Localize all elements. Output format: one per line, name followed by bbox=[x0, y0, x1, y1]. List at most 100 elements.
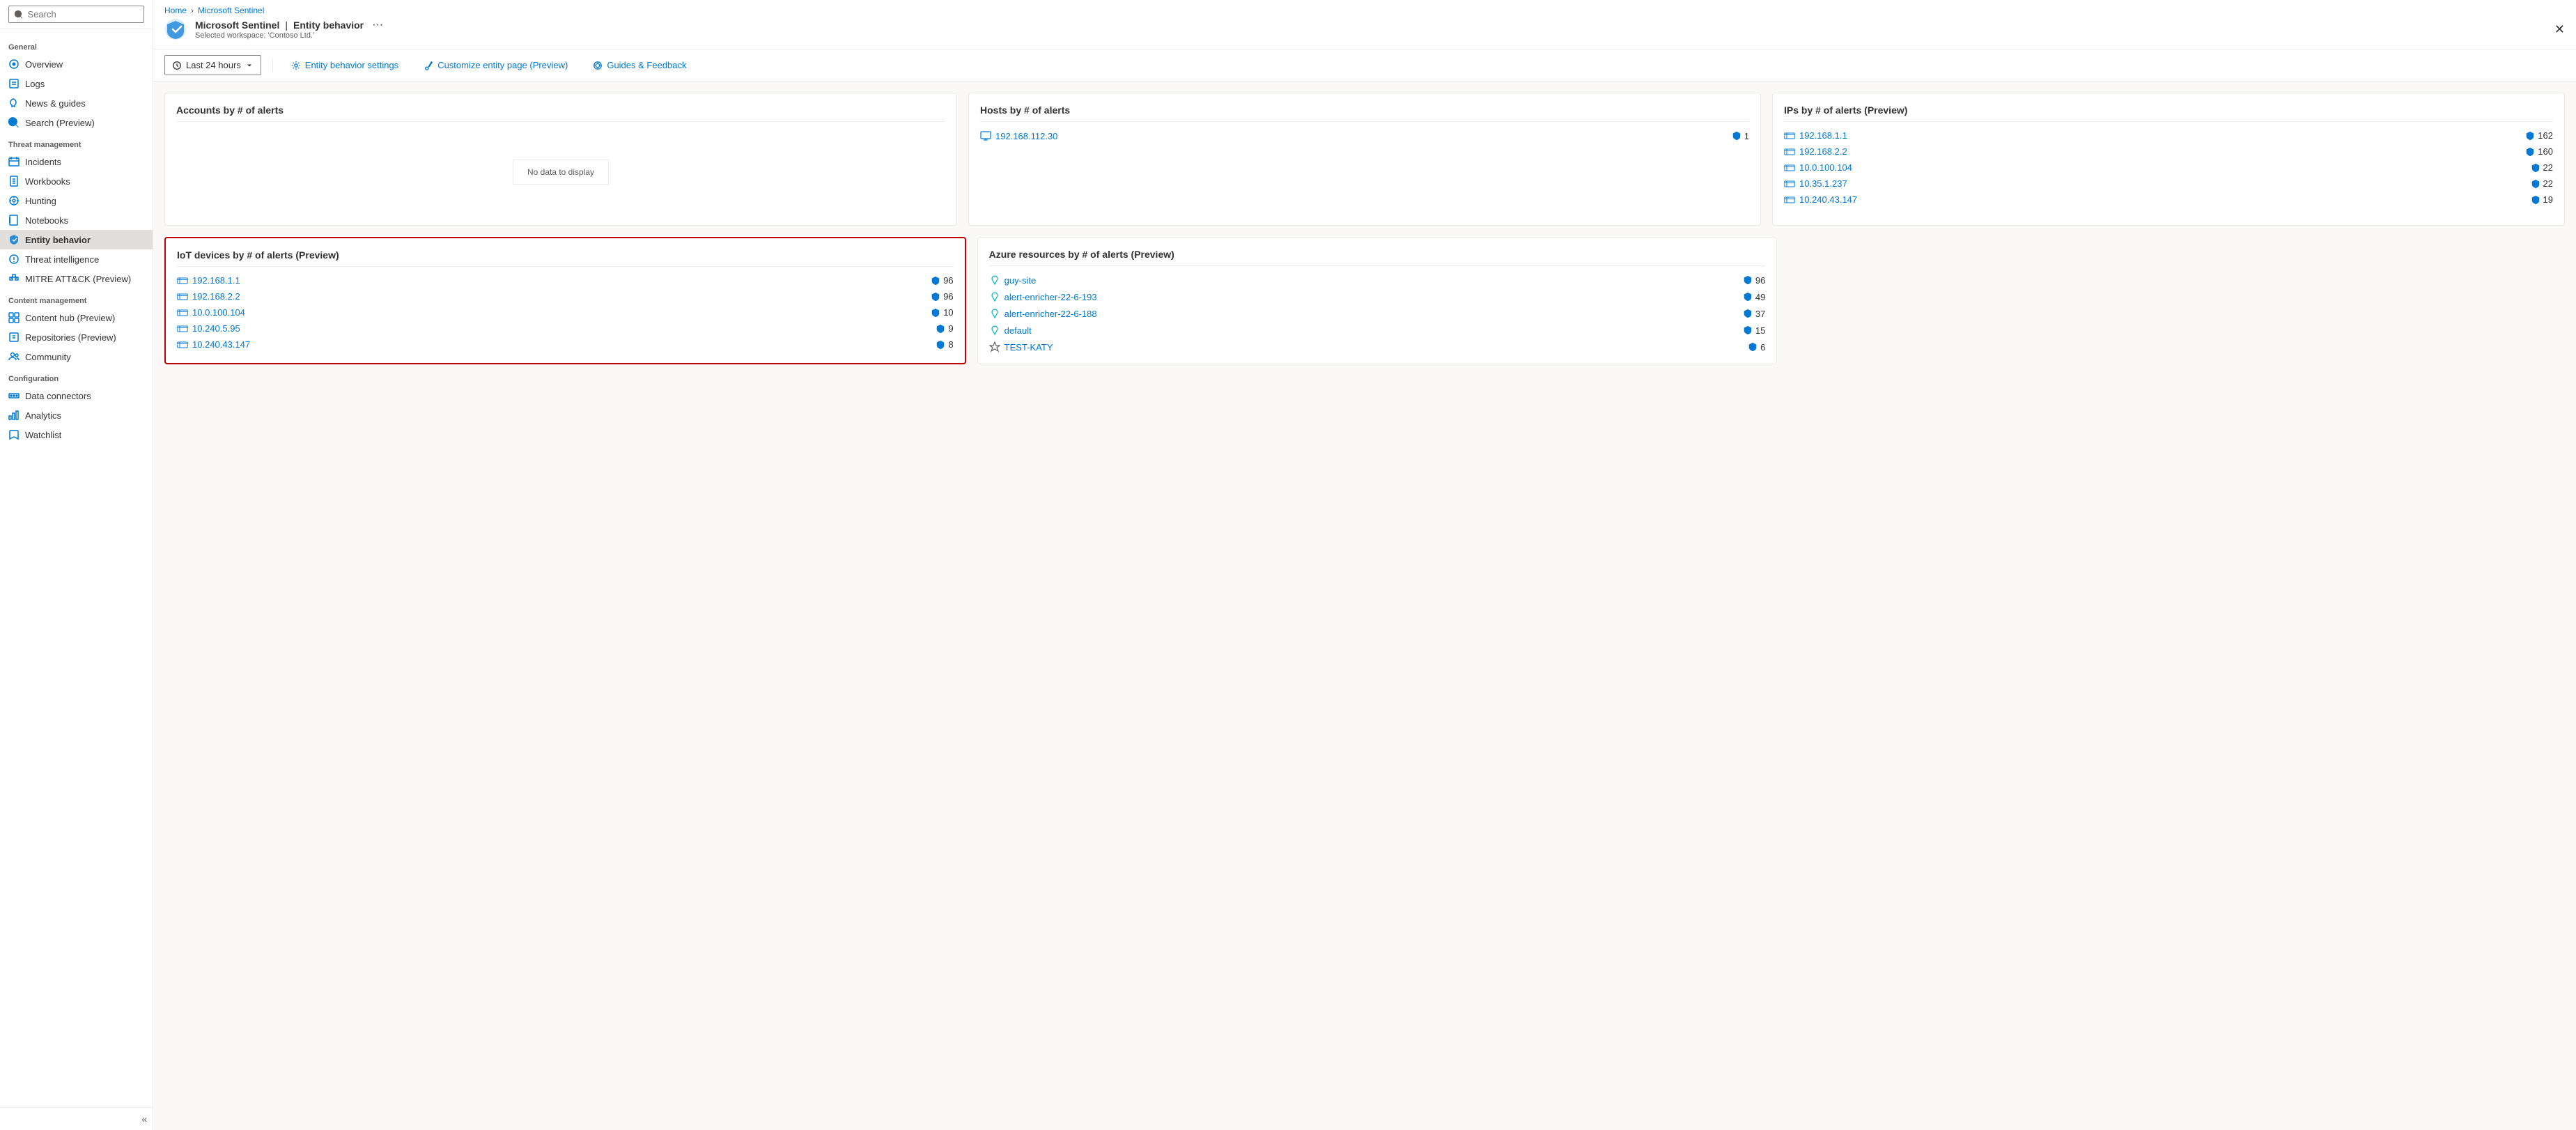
azure-link-4[interactable]: TEST-KATY bbox=[1004, 342, 1053, 353]
azure-count-right-3: 15 bbox=[1743, 325, 1765, 336]
sidebar-item-logs[interactable]: Logs bbox=[0, 74, 153, 93]
azure-count-right-1: 49 bbox=[1743, 292, 1765, 302]
sidebar-item-content-hub[interactable]: Content hub (Preview) bbox=[0, 308, 153, 327]
accounts-card-title: Accounts by # of alerts bbox=[176, 105, 945, 122]
ip-item-left-1: 192.168.2.2 bbox=[1784, 146, 1847, 157]
azure-icon-0 bbox=[989, 274, 1000, 286]
shield-icon-iot-2 bbox=[931, 308, 940, 318]
azure-count-4: 6 bbox=[1760, 342, 1765, 353]
iot-count-right-0: 96 bbox=[931, 275, 953, 286]
iot-count-4: 8 bbox=[948, 339, 953, 350]
iot-link-3[interactable]: 10.240.5.95 bbox=[192, 323, 240, 334]
toolbar-separator-1 bbox=[272, 59, 273, 72]
clock-icon bbox=[172, 61, 182, 70]
sidebar-item-watchlist-label: Watchlist bbox=[25, 430, 61, 440]
iot-link-0[interactable]: 192.168.1.1 bbox=[192, 275, 240, 286]
list-item: 192.168.1.1 162 bbox=[1784, 130, 2553, 141]
iot-count-right-3: 9 bbox=[936, 323, 953, 334]
host-item-left: 192.168.112.30 bbox=[980, 130, 1057, 141]
azure-item-left-3: default bbox=[989, 325, 1032, 336]
host-icon bbox=[980, 130, 991, 141]
sidebar-item-search[interactable]: Search (Preview) bbox=[0, 113, 153, 132]
sidebar-item-mitre[interactable]: MITRE ATT&CK (Preview) bbox=[0, 269, 153, 288]
nav-section-threat: Threat management bbox=[0, 132, 153, 152]
sidebar-item-watchlist[interactable]: Watchlist bbox=[0, 425, 153, 444]
hosts-card-list: 192.168.112.30 1 bbox=[980, 130, 1749, 141]
iot-icon-0 bbox=[177, 277, 188, 285]
cards-row-2: IoT devices by # of alerts (Preview) 192… bbox=[164, 237, 2565, 364]
time-range-btn[interactable]: Last 24 hours bbox=[164, 55, 261, 75]
guides-feedback-label: Guides & Feedback bbox=[607, 60, 686, 70]
list-item: 192.168.1.1 96 bbox=[177, 275, 954, 286]
sidebar-item-notebooks[interactable]: Notebooks bbox=[0, 210, 153, 230]
iot-icon-2 bbox=[177, 309, 188, 317]
no-data-box: No data to display bbox=[513, 160, 609, 185]
iot-link-2[interactable]: 10.0.100.104 bbox=[192, 307, 245, 318]
sidebar-item-overview[interactable]: Overview bbox=[0, 54, 153, 74]
overview-icon bbox=[8, 59, 20, 70]
iot-icon-1 bbox=[177, 293, 188, 301]
customize-entity-page-btn[interactable]: Customize entity page (Preview) bbox=[417, 56, 575, 75]
search-box[interactable] bbox=[8, 6, 144, 23]
ips-card: IPs by # of alerts (Preview) 192.168.1.1… bbox=[1772, 93, 2565, 226]
toolbar: Last 24 hours Entity behavior settings C… bbox=[153, 49, 2576, 82]
host-link-0[interactable]: 192.168.112.30 bbox=[995, 131, 1057, 141]
sidebar-item-incidents[interactable]: Incidents bbox=[0, 152, 153, 171]
iot-item-left-3: 10.240.5.95 bbox=[177, 323, 240, 334]
azure-item-left-4: TEST-KATY bbox=[989, 341, 1053, 353]
iot-link-1[interactable]: 192.168.2.2 bbox=[192, 291, 240, 302]
shield-icon-azure-1 bbox=[1743, 292, 1753, 302]
more-options-btn[interactable]: ··· bbox=[369, 19, 386, 31]
sidebar-item-data-connectors[interactable]: Data connectors bbox=[0, 386, 153, 405]
entity-behavior-settings-label: Entity behavior settings bbox=[305, 60, 398, 70]
ip-item-left-2: 10.0.100.104 bbox=[1784, 162, 1852, 173]
ip-count-4: 19 bbox=[2543, 194, 2553, 205]
logs-icon bbox=[8, 78, 20, 89]
notebooks-icon bbox=[8, 215, 20, 226]
iot-link-4[interactable]: 10.240.43.147 bbox=[192, 339, 250, 350]
entity-behavior-settings-btn[interactable]: Entity behavior settings bbox=[284, 56, 405, 75]
page-separator: | bbox=[285, 20, 288, 31]
sidebar-item-community[interactable]: Community bbox=[0, 347, 153, 366]
ip-link-2[interactable]: 10.0.100.104 bbox=[1799, 162, 1852, 173]
ip-count-right-1: 160 bbox=[2525, 146, 2553, 157]
ip-icon-1 bbox=[1784, 148, 1795, 156]
guides-feedback-btn[interactable]: Guides & Feedback bbox=[586, 56, 693, 75]
sidebar-item-hunting[interactable]: Hunting bbox=[0, 191, 153, 210]
ip-count-2: 22 bbox=[2543, 162, 2553, 173]
azure-link-0[interactable]: guy-site bbox=[1004, 275, 1037, 286]
azure-icon-2 bbox=[989, 308, 1000, 319]
azure-link-2[interactable]: alert-enricher-22-6-188 bbox=[1004, 309, 1097, 319]
ip-link-4[interactable]: 10.240.43.147 bbox=[1799, 194, 1857, 205]
breadcrumb-sentinel[interactable]: Microsoft Sentinel bbox=[198, 6, 264, 15]
ip-link-1[interactable]: 192.168.2.2 bbox=[1799, 146, 1847, 157]
sidebar-item-threat-intelligence[interactable]: Threat intelligence bbox=[0, 249, 153, 269]
iot-card: IoT devices by # of alerts (Preview) 192… bbox=[164, 237, 966, 364]
iot-icon-3 bbox=[177, 325, 188, 333]
iot-card-title: IoT devices by # of alerts (Preview) bbox=[177, 249, 954, 267]
sidebar-item-news-guides[interactable]: News & guides bbox=[0, 93, 153, 113]
azure-count-right-4: 6 bbox=[1748, 342, 1765, 353]
sidebar-item-notebooks-label: Notebooks bbox=[25, 215, 68, 226]
shield-icon-iot-3 bbox=[936, 324, 945, 334]
azure-link-3[interactable]: default bbox=[1004, 325, 1032, 336]
sidebar-item-analytics[interactable]: Analytics bbox=[0, 405, 153, 425]
breadcrumb-home[interactable]: Home bbox=[164, 6, 187, 15]
search-input[interactable] bbox=[28, 9, 138, 20]
sidebar-item-entity-behavior[interactable]: Entity behavior bbox=[0, 230, 153, 249]
sidebar-item-threat-intel-label: Threat intelligence bbox=[25, 254, 99, 265]
sidebar-item-repositories[interactable]: Repositories (Preview) bbox=[0, 327, 153, 347]
time-range-label: Last 24 hours bbox=[186, 60, 241, 70]
azure-count-3: 15 bbox=[1755, 325, 1765, 336]
hosts-card: Hosts by # of alerts 192.168.112.30 1 bbox=[968, 93, 1761, 226]
ips-card-list: 192.168.1.1 162 192.168.2.2 bbox=[1784, 130, 2553, 205]
ip-link-3[interactable]: 10.35.1.237 bbox=[1799, 178, 1847, 189]
azure-link-1[interactable]: alert-enricher-22-6-193 bbox=[1004, 292, 1097, 302]
close-window-btn[interactable]: ✕ bbox=[2554, 22, 2565, 37]
ip-link-0[interactable]: 192.168.1.1 bbox=[1799, 130, 1847, 141]
azure-icon-3 bbox=[989, 325, 1000, 336]
list-item: 10.0.100.104 22 bbox=[1784, 162, 2553, 173]
sidebar-nav: General Overview Logs News & guid bbox=[0, 29, 153, 1107]
sidebar-item-workbooks[interactable]: Workbooks bbox=[0, 171, 153, 191]
sidebar-collapse-btn[interactable]: « bbox=[0, 1107, 153, 1130]
